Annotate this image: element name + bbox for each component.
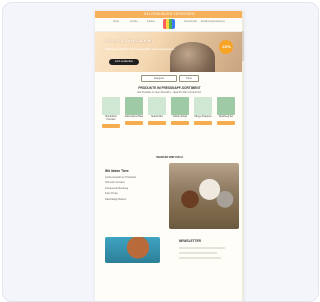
feature-row: Faire Preise — [105, 192, 118, 195]
feature-text: Wir lieben Tiere Große Auswahl an Produk… — [105, 169, 165, 201]
cat-image — [170, 42, 215, 72]
hero-banner: Fressnapf Hydrationen Spielzeug, Zubehör… — [95, 32, 244, 72]
newsletter-line — [179, 257, 221, 259]
promo-topbar[interactable]: BELOHNUNGEN VERDIENEN — [95, 11, 244, 18]
feature-section: Wir lieben Tiere Große Auswahl an Produk… — [95, 163, 244, 229]
add-to-cart-button[interactable] — [148, 120, 166, 125]
feature-row: Große Auswahl an Produkten — [105, 175, 137, 179]
product-name: Spielzeug Set — [218, 116, 234, 118]
product-name: Snacks Mix — [151, 116, 163, 118]
add-to-cart-button[interactable] — [194, 120, 212, 125]
section-text: Alle Produkte in einer Übersicht – ideal… — [137, 91, 202, 94]
product-name: Hundefutter Premium — [104, 116, 117, 121]
product-card[interactable]: Spielzeug Set — [216, 97, 236, 143]
add-to-cart-button[interactable] — [217, 120, 235, 125]
nav-item-gifts[interactable]: Geschenke — [184, 20, 197, 23]
feature-heading: WARUM WIR DICH — [156, 155, 183, 159]
feature-row: Nachhaltige Marken — [105, 197, 127, 201]
newsletter-line — [179, 252, 217, 254]
add-to-cart-button[interactable] — [125, 120, 143, 125]
product-image — [148, 97, 166, 115]
product-card[interactable]: Pflege Shampoo — [193, 97, 213, 143]
nav-item-nutrition[interactable]: Ernährungsberatung — [201, 20, 225, 23]
scrollbar-thumb[interactable] — [242, 31, 244, 61]
hero-title: Fressnapf Hydrationen — [105, 38, 153, 43]
product-image — [125, 97, 143, 115]
discount-badge: -10% — [219, 40, 233, 54]
nav-item-cats[interactable]: Katzen — [147, 20, 155, 23]
product-image — [217, 97, 235, 115]
newsletter-line — [179, 247, 225, 249]
product-name: Pflege Shampoo — [194, 116, 212, 118]
add-to-cart-button[interactable] — [102, 123, 120, 128]
feature-title: Wir lieben Tiere — [105, 169, 129, 173]
product-name: Vitamin Drops — [172, 116, 188, 118]
filter-price[interactable]: Preis — [179, 75, 199, 82]
feature-row: Kompetente Beratung — [105, 186, 129, 190]
hero-subtitle: Spielzeug, Zubehör und ausgewählte Gourm… — [105, 47, 175, 51]
webpage: BELOHNUNGEN VERDIENEN Shop Hunde Katzen … — [95, 11, 244, 301]
add-to-cart-button[interactable] — [171, 120, 189, 125]
browser-frame: BELOHNUNGEN VERDIENEN Shop Hunde Katzen … — [2, 2, 319, 302]
dog-image — [105, 237, 160, 263]
product-name: Katzenstreu Natur — [124, 116, 144, 118]
product-card[interactable]: Katzenstreu Natur — [124, 97, 144, 143]
hero-cta-button[interactable]: Jetzt entdecken — [109, 59, 139, 65]
brand-logo-icon[interactable] — [163, 19, 175, 29]
newsletter-title: NEWSLETTER — [179, 239, 201, 243]
filter-category[interactable]: Kategorie — [141, 75, 177, 82]
dogs-image — [169, 163, 239, 229]
bottom-section: NEWSLETTER — [95, 237, 244, 263]
product-image — [171, 97, 189, 115]
product-grid: Hundefutter Premium Katzenstreu Natur Sn… — [95, 97, 244, 145]
section-title: PRODUKTE IM FRESSNAPF-SORTIMENT — [138, 86, 201, 90]
feature-row: Schneller Versand — [105, 181, 125, 184]
product-card[interactable]: Hundefutter Premium — [101, 97, 121, 143]
filter-bar: Kategorie Preis — [95, 72, 244, 84]
nav-item-shop[interactable]: Shop — [113, 20, 119, 23]
product-image — [102, 97, 120, 115]
product-card[interactable]: Vitamin Drops — [170, 97, 190, 143]
product-card[interactable]: Snacks Mix — [147, 97, 167, 143]
nav-item-dogs[interactable]: Hunde — [130, 20, 138, 23]
product-image — [194, 97, 212, 115]
site-header: Shop Hunde Katzen Geschenke Ernährungsbe… — [95, 18, 244, 32]
